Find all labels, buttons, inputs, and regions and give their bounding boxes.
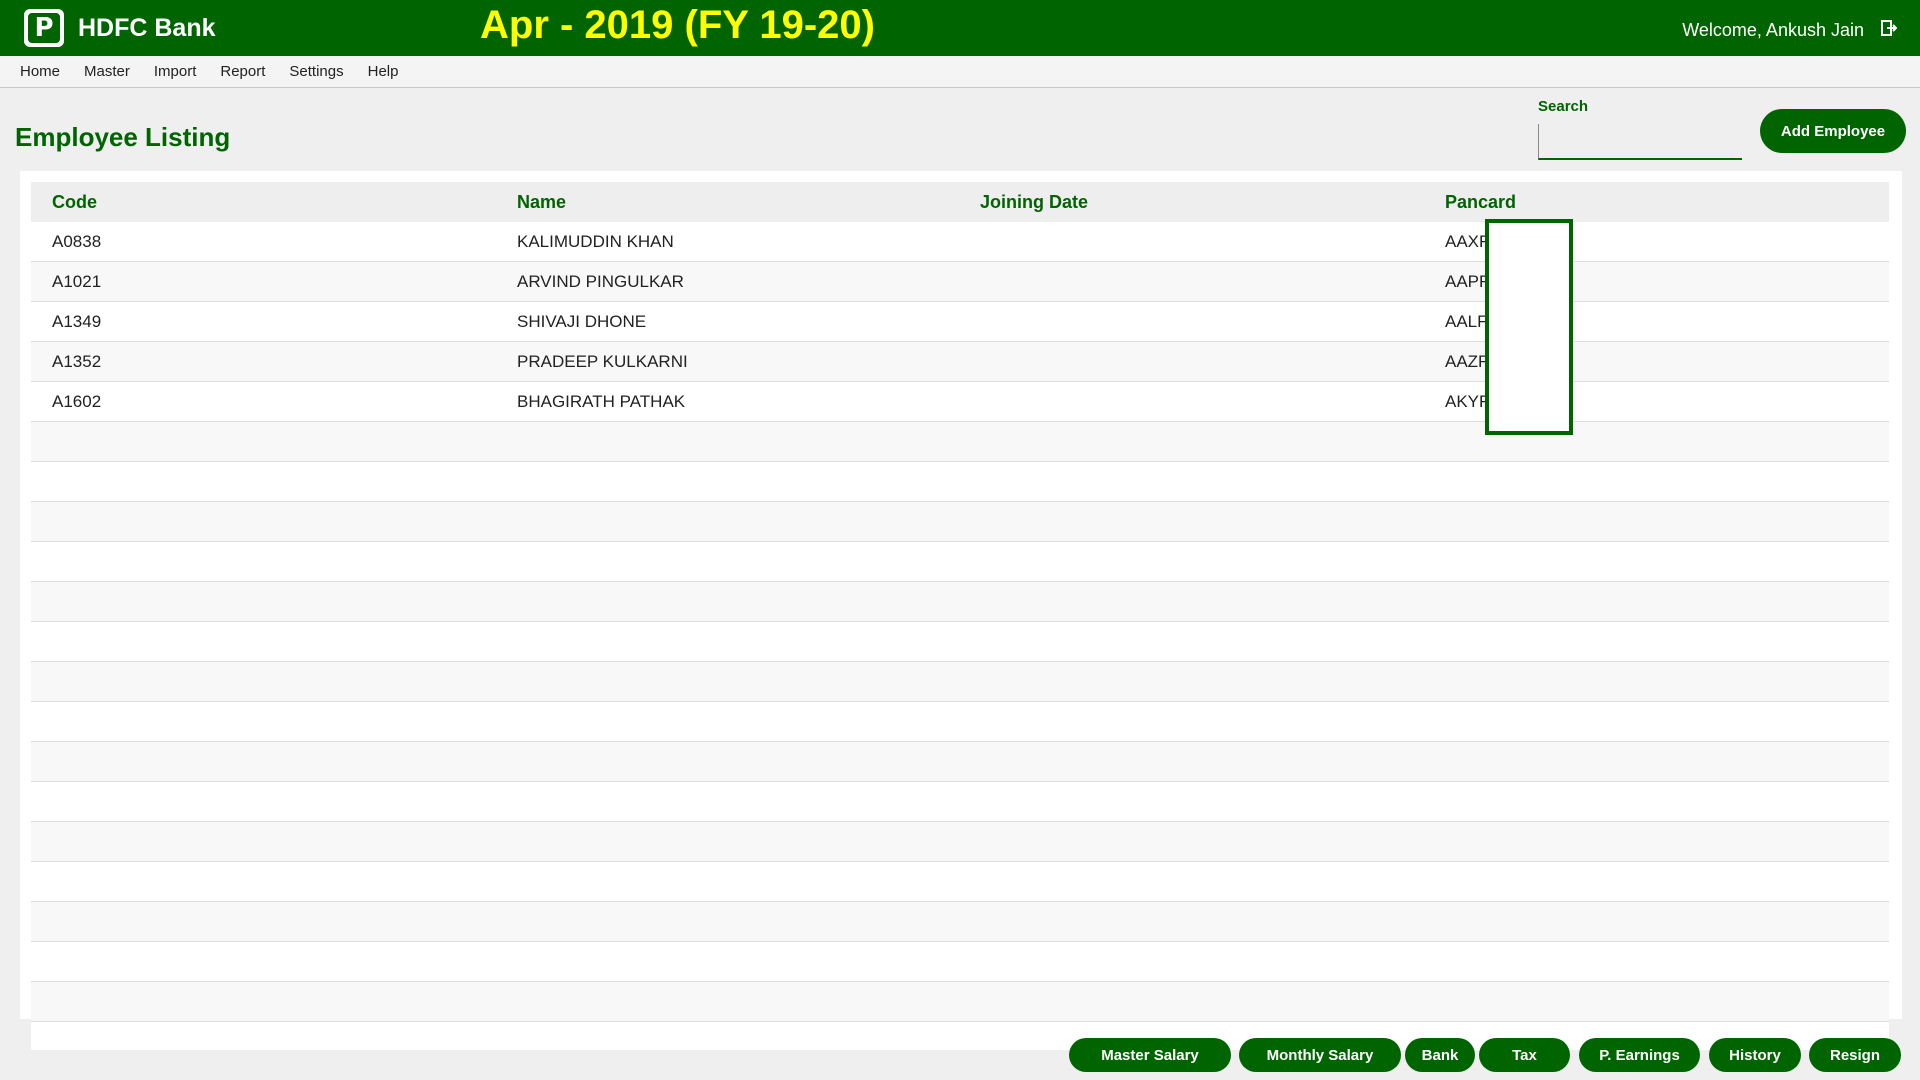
add-employee-button[interactable]: Add Employee [1760, 109, 1906, 153]
master-salary-button[interactable]: Master Salary [1069, 1038, 1231, 1072]
column-header-joining-date[interactable]: Joining Date [980, 192, 1088, 213]
cell-pancard: AAXF [1445, 232, 1490, 251]
empty-row [31, 742, 1889, 782]
cell-pancard: AKYF [1445, 392, 1490, 411]
cell-code: A1021 [52, 272, 102, 291]
column-header-name[interactable]: Name [517, 192, 566, 213]
cell-code: A1349 [52, 312, 102, 331]
column-header-code[interactable]: Code [52, 192, 97, 213]
empty-row [31, 902, 1889, 942]
empty-row [31, 542, 1889, 582]
cell-pancard: AAPF [1445, 272, 1490, 291]
empty-row [31, 622, 1889, 662]
empty-row [31, 862, 1889, 902]
logout-icon[interactable] [1880, 19, 1898, 37]
menu-settings[interactable]: Settings [289, 63, 343, 80]
resign-button[interactable]: Resign [1809, 1038, 1901, 1072]
empty-row [31, 702, 1889, 742]
redaction-box [1485, 219, 1573, 435]
cell-pancard: AALF [1445, 312, 1488, 331]
p-earnings-button[interactable]: P. Earnings [1579, 1038, 1700, 1072]
menu-master[interactable]: Master [84, 63, 130, 80]
action-bar: Master Salary Monthly Salary Bank Tax P.… [0, 1038, 1920, 1072]
cell-code: A1602 [52, 392, 102, 411]
cell-name: PRADEEP KULKARNI [517, 352, 688, 371]
empty-row [31, 782, 1889, 822]
cell-code: A0838 [52, 232, 102, 251]
app-logo: P [24, 9, 64, 47]
page-title: Employee Listing [15, 122, 231, 152]
menu-help[interactable]: Help [368, 63, 399, 80]
table-body: A0838 KALIMUDDIN KHAN AAXF A1021 ARVIND … [31, 222, 1889, 1050]
empty-row [31, 662, 1889, 702]
menu-report[interactable]: Report [220, 63, 265, 80]
cell-pancard: AAZF [1445, 352, 1489, 371]
top-header: P HDFC Bank Apr - 2019 (FY 19-20) Welcom… [0, 0, 1920, 56]
menu-home[interactable]: Home [20, 63, 60, 80]
table-header: Code Name Joining Date Pancard [31, 182, 1889, 222]
monthly-salary-button[interactable]: Monthly Salary [1239, 1038, 1401, 1072]
table-row[interactable]: A1349 SHIVAJI DHONE AALF [31, 302, 1889, 342]
period-title: Apr - 2019 (FY 19-20) [480, 3, 875, 47]
cell-name: KALIMUDDIN KHAN [517, 232, 674, 251]
tax-button[interactable]: Tax [1479, 1038, 1570, 1072]
menu-bar: Home Master Import Report Settings Help [0, 56, 1920, 88]
empty-row [31, 942, 1889, 982]
empty-row [31, 422, 1889, 462]
menu-import[interactable]: Import [154, 63, 197, 80]
cell-name: ARVIND PINGULKAR [517, 272, 684, 291]
brand-name: HDFC Bank [78, 14, 216, 42]
cell-name: SHIVAJI DHONE [517, 312, 647, 331]
table-row[interactable]: A1021 ARVIND PINGULKAR AAPF [31, 262, 1889, 302]
empty-row [31, 982, 1889, 1022]
empty-row [31, 502, 1889, 542]
welcome-text: Welcome, Ankush Jain [1682, 20, 1864, 40]
cell-name: BHAGIRATH PATHAK [517, 392, 686, 411]
employee-table: Code Name Joining Date Pancard A0838 KAL… [20, 171, 1902, 1050]
empty-row [31, 822, 1889, 862]
bank-button[interactable]: Bank [1405, 1038, 1475, 1072]
empty-row [31, 462, 1889, 502]
table-row[interactable]: A0838 KALIMUDDIN KHAN AAXF [31, 222, 1889, 262]
history-button[interactable]: History [1709, 1038, 1801, 1072]
search-input[interactable] [1538, 124, 1742, 160]
empty-row [31, 582, 1889, 622]
table-row[interactable]: A1602 BHAGIRATH PATHAK AKYF [31, 382, 1889, 422]
table-row[interactable]: A1352 PRADEEP KULKARNI AAZF [31, 342, 1889, 382]
column-header-pancard[interactable]: Pancard [1445, 192, 1516, 213]
cell-code: A1352 [52, 352, 102, 371]
search-label: Search [1538, 98, 1589, 115]
logo-letter: P [28, 13, 60, 43]
